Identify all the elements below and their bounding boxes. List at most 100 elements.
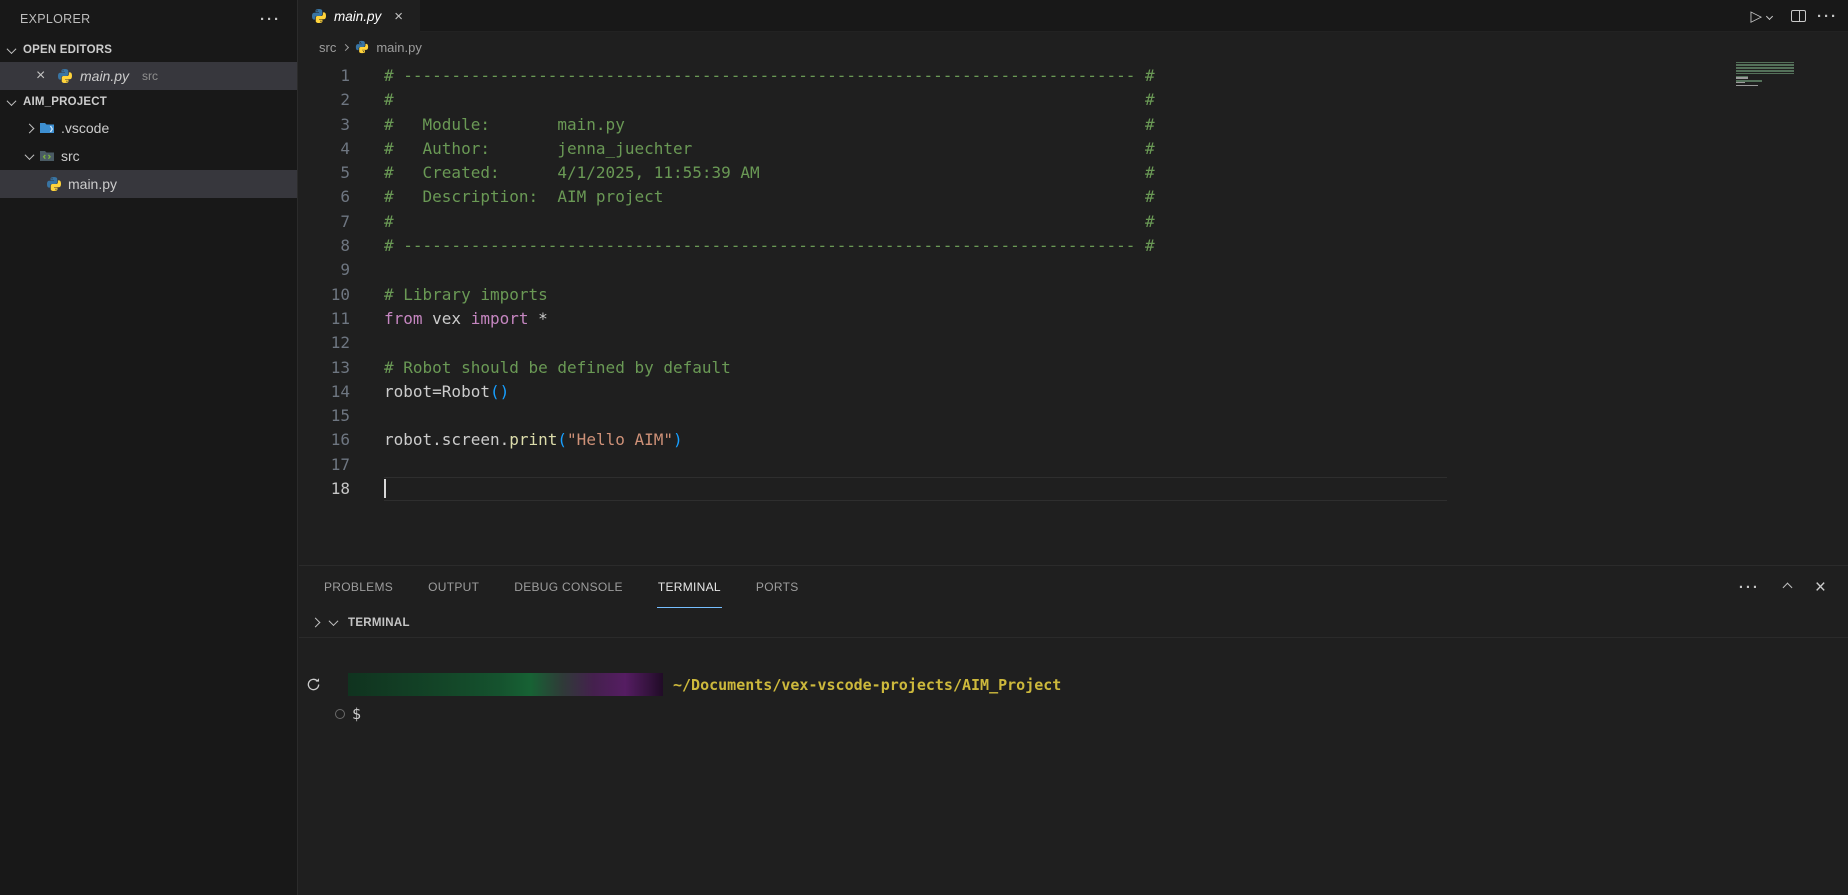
chevron-down-icon[interactable]	[329, 616, 339, 626]
line-number[interactable]: 5	[299, 161, 350, 185]
code-line-11[interactable]: 11 from vex import *	[299, 307, 1848, 331]
tree-item-src-folder[interactable]: src	[0, 142, 297, 170]
code-line-15[interactable]: 15	[299, 404, 1848, 428]
line-number[interactable]: 9	[299, 258, 350, 282]
terminal-prompt-symbol: $	[352, 705, 361, 723]
line-content[interactable]	[384, 477, 386, 501]
code-token: # Description: AIM project	[384, 187, 663, 206]
code-line-16[interactable]: 16 robot.screen.print("Hello AIM")	[299, 428, 1848, 452]
split-editor-icon[interactable]	[1791, 10, 1806, 22]
line-content[interactable]: # --------------------------------------…	[384, 234, 1135, 258]
line-content[interactable]: ##	[384, 88, 394, 112]
vscode-window: EXPLORER ··· OPEN EDITORS × main.py src …	[0, 0, 1848, 895]
tree-item-label: main.py	[68, 176, 117, 192]
code-line-13[interactable]: 13 # Robot should be defined by default	[299, 356, 1848, 380]
line-content[interactable]: ##	[384, 210, 394, 234]
line-content[interactable]: # --------------------------------------…	[384, 64, 1135, 88]
code-token: #	[1145, 161, 1155, 185]
explorer-more-icon[interactable]: ···	[260, 11, 281, 28]
command-decoration-icon[interactable]	[335, 709, 345, 719]
minimap[interactable]	[1736, 62, 1798, 90]
code-line-7[interactable]: 7 ##	[299, 210, 1848, 234]
code-line-1[interactable]: 1 # -------------------------------------…	[299, 64, 1848, 88]
line-content[interactable]: robot=Robot()	[384, 380, 509, 404]
panel-tab-output[interactable]: OUTPUT	[427, 567, 480, 607]
panel-close-icon[interactable]: ×	[1815, 578, 1826, 597]
line-number[interactable]: 15	[299, 404, 350, 428]
line-number[interactable]: 13	[299, 356, 350, 380]
explorer-header: EXPLORER ···	[0, 0, 297, 38]
line-content[interactable]: # Description: AIM project#	[384, 185, 663, 209]
breadcrumb-folder[interactable]: src	[319, 40, 336, 55]
code-line-2[interactable]: 2 ##	[299, 88, 1848, 112]
code-line-3[interactable]: 3 # Module: main.py#	[299, 113, 1848, 137]
python-icon	[46, 176, 62, 192]
line-content[interactable]: # Author: jenna_juechter#	[384, 137, 692, 161]
close-icon[interactable]: ×	[394, 9, 408, 24]
terminal-input-line[interactable]: $	[335, 703, 1848, 725]
minimap-line	[1736, 73, 1794, 74]
terminal-body[interactable]: ~/Documents/vex-vscode-projects/AIM_Proj…	[299, 673, 1848, 725]
code-editor[interactable]: 1 # -------------------------------------…	[299, 62, 1848, 501]
line-number[interactable]: 3	[299, 113, 350, 137]
line-number[interactable]: 12	[299, 331, 350, 355]
panel-tab-ports[interactable]: PORTS	[755, 567, 800, 607]
line-content[interactable]: # Robot should be defined by default	[384, 356, 731, 380]
breadcrumb-file[interactable]: main.py	[376, 40, 422, 55]
line-number[interactable]: 16	[299, 428, 350, 452]
chevron-right-icon	[25, 123, 35, 133]
code-line-6[interactable]: 6 # Description: AIM project#	[299, 185, 1848, 209]
code-token: #	[1145, 234, 1155, 258]
tab-main-py[interactable]: main.py ×	[299, 0, 420, 32]
explorer-title: EXPLORER	[20, 12, 90, 26]
code-line-18[interactable]: 18	[299, 477, 1848, 501]
code-line-8[interactable]: 8 # -------------------------------------…	[299, 234, 1848, 258]
close-icon[interactable]: ×	[36, 68, 50, 84]
line-number[interactable]: 7	[299, 210, 350, 234]
code-token: #	[384, 212, 394, 231]
line-number[interactable]: 2	[299, 88, 350, 112]
line-number[interactable]: 10	[299, 283, 350, 307]
open-editors-section-header[interactable]: OPEN EDITORS	[0, 38, 297, 62]
line-content[interactable]: # Library imports	[384, 283, 548, 307]
tree-item-main-py[interactable]: main.py	[0, 170, 297, 198]
line-content[interactable]: # Created: 4/1/2025, 11:55:39 AM#	[384, 161, 760, 185]
line-number[interactable]: 6	[299, 185, 350, 209]
project-section-header[interactable]: AIM_PROJECT	[0, 90, 297, 114]
terminal-sync-icon[interactable]	[306, 677, 321, 696]
code-line-14[interactable]: 14 robot=Robot()	[299, 380, 1848, 404]
line-number[interactable]: 17	[299, 453, 350, 477]
line-number[interactable]: 4	[299, 137, 350, 161]
line-content[interactable]: robot.screen.print("Hello AIM")	[384, 428, 683, 452]
tree-item-label: src	[61, 148, 80, 164]
more-actions-icon[interactable]: ···	[1817, 8, 1838, 25]
panel-tab-problems[interactable]: PROBLEMS	[323, 567, 394, 607]
tree-item-vscode-folder[interactable]: .vscode	[0, 114, 297, 142]
panel-more-actions-icon[interactable]: ···	[1739, 579, 1760, 596]
code-token: # Created: 4/1/2025, 11:55:39 AM	[384, 163, 760, 182]
code-line-9[interactable]: 9	[299, 258, 1848, 282]
text-cursor	[384, 479, 386, 498]
line-number[interactable]: 14	[299, 380, 350, 404]
run-dropdown-chevron-icon[interactable]	[1766, 12, 1773, 19]
chevron-right-icon[interactable]	[311, 618, 321, 628]
line-number[interactable]: 1	[299, 64, 350, 88]
panel-tab-debug-console[interactable]: DEBUG CONSOLE	[513, 567, 624, 607]
code-line-10[interactable]: 10 # Library imports	[299, 283, 1848, 307]
open-editor-item-main-py[interactable]: × main.py src	[0, 62, 297, 90]
run-python-file-icon[interactable]: ▷	[1750, 7, 1762, 25]
code-line-4[interactable]: 4 # Author: jenna_juechter#	[299, 137, 1848, 161]
chevron-right-icon	[342, 43, 349, 50]
panel-tab-terminal[interactable]: TERMINAL	[657, 567, 722, 608]
line-number[interactable]: 8	[299, 234, 350, 258]
code-token: print	[509, 430, 557, 449]
panel-maximize-chevron-icon[interactable]	[1782, 582, 1792, 592]
code-line-12[interactable]: 12	[299, 331, 1848, 355]
line-number[interactable]: 18	[299, 477, 350, 501]
line-content[interactable]: # Module: main.py#	[384, 113, 625, 137]
line-number[interactable]: 11	[299, 307, 350, 331]
code-line-17[interactable]: 17	[299, 453, 1848, 477]
code-token: "Hello AIM"	[567, 430, 673, 449]
line-content[interactable]: from vex import *	[384, 307, 548, 331]
code-line-5[interactable]: 5# Created: 4/1/2025, 11:55:39 AM#	[299, 161, 1848, 185]
